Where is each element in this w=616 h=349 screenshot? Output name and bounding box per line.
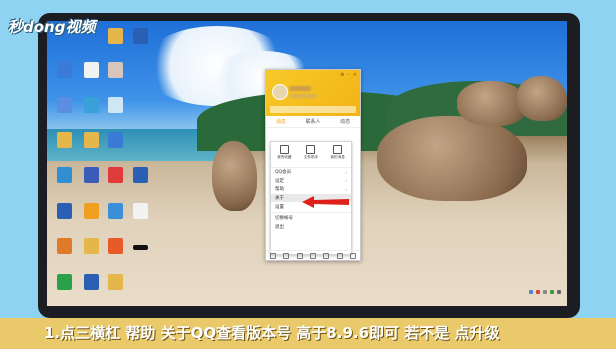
tray-icon[interactable]: [536, 290, 540, 294]
menu-divider: [271, 211, 351, 213]
desktop-cad-icon[interactable]: [84, 167, 99, 183]
menu-item-label: QQ会员: [275, 170, 292, 176]
desktop-folder-icon[interactable]: [84, 238, 99, 254]
avatar[interactable]: [272, 84, 288, 100]
tab-feeds[interactable]: 动态: [340, 118, 350, 125]
search-input[interactable]: [270, 106, 356, 113]
sea: [47, 129, 217, 161]
chevron-right-icon: ›: [345, 178, 347, 184]
qq-tabs: 消息 联系人 动态: [266, 116, 360, 128]
tray-icon[interactable]: [557, 290, 561, 294]
red-arrow-icon: [302, 196, 349, 208]
menu-icon[interactable]: [269, 252, 276, 259]
signature-blurred: [289, 94, 317, 98]
close-icon[interactable]: ×: [353, 72, 357, 78]
menu-item-label: 切换帐号: [275, 216, 293, 222]
desktop-doc-icon[interactable]: [108, 132, 123, 148]
tab-contacts[interactable]: 联系人: [305, 118, 320, 125]
menu-item-exit[interactable]: 退出: [271, 223, 351, 232]
tray-icon[interactable]: [550, 290, 554, 294]
menu-item-qq-vip[interactable]: QQ会员 ›: [271, 168, 351, 177]
desktop-app-icon[interactable]: [57, 238, 72, 254]
desktop-file-icon[interactable]: [84, 62, 99, 78]
menu-item-label: 退出: [275, 224, 284, 230]
tray-icon[interactable]: [529, 290, 533, 294]
caption-text: 1.点三横杠 帮助 关于QQ查看版本号 高于8.9.6即可 若不是 点升级: [44, 324, 500, 342]
folder-icon: [306, 145, 316, 154]
menu-icon-row: 我的收藏 文件助手 我的消息: [271, 142, 351, 168]
app-icon[interactable]: [283, 252, 290, 259]
desktop-app-icon[interactable]: [57, 97, 72, 113]
bookmark-icon: [279, 145, 289, 154]
desktop-app-icon[interactable]: [84, 203, 99, 219]
menu-item-help[interactable]: 帮助 ›: [271, 185, 351, 194]
qq-header: ⊕ – ×: [266, 70, 360, 116]
menu-my-messages-label: 我的消息: [330, 155, 345, 159]
menu-item-label: 设定: [275, 178, 284, 184]
nickname-blurred: [289, 86, 311, 91]
desktop-app-icon[interactable]: [108, 238, 123, 254]
desktop-word-icon[interactable]: [133, 167, 148, 183]
menu-item-label: 帮助: [275, 187, 284, 193]
rock: [377, 116, 527, 201]
watermark-logo: 秒dong视频: [8, 18, 96, 36]
app-icon[interactable]: [336, 252, 343, 259]
desktop-bar-icon[interactable]: [133, 245, 148, 250]
settings-icon[interactable]: ⊕: [340, 72, 344, 78]
app-icon[interactable]: [296, 252, 303, 259]
qq-bottom-toolbar: [266, 250, 360, 260]
rock: [212, 141, 257, 211]
menu-file-assistant[interactable]: 文件助手: [304, 145, 318, 167]
menu-item-label: 关于: [275, 196, 284, 202]
desktop-word-icon[interactable]: [57, 203, 72, 219]
system-tray[interactable]: [529, 287, 561, 297]
desktop-folder-icon[interactable]: [108, 28, 123, 44]
desktop-settings-icon[interactable]: [108, 97, 123, 113]
caption-bar: 1.点三横杠 帮助 关于QQ查看版本号 高于8.9.6即可 若不是 点升级: [0, 318, 616, 349]
desktop-folder-icon[interactable]: [57, 132, 72, 148]
qq-main-panel: ⊕ – × 消息 联系人 动态 我的收藏 文件助手 我的消息 QQ会员 › 设定…: [265, 69, 361, 261]
message-icon: [333, 145, 343, 154]
app-icon[interactable]: [350, 252, 357, 259]
app-icon[interactable]: [323, 252, 330, 259]
menu-item-label: 设置: [275, 204, 284, 210]
taskbar: [47, 287, 567, 297]
menu-favorites-label: 我的收藏: [277, 155, 292, 159]
app-icon[interactable]: [309, 252, 316, 259]
desktop-folder-icon[interactable]: [84, 132, 99, 148]
tab-messages[interactable]: 消息: [276, 118, 286, 125]
chevron-right-icon: ›: [345, 186, 347, 192]
desktop-photo-icon[interactable]: [108, 62, 123, 78]
desktop-file-icon[interactable]: [133, 203, 148, 219]
menu-favorites[interactable]: 我的收藏: [277, 145, 292, 167]
chevron-right-icon: ›: [345, 169, 347, 175]
tray-icon[interactable]: [543, 290, 547, 294]
desktop-computer-icon[interactable]: [57, 62, 72, 78]
desktop-app-icon[interactable]: [108, 203, 123, 219]
menu-item-switch-account[interactable]: 切换帐号: [271, 214, 351, 223]
menu-file-assistant-label: 文件助手: [303, 155, 319, 159]
rock: [517, 76, 567, 121]
menu-my-messages[interactable]: 我的消息: [330, 145, 345, 167]
desktop-word-icon[interactable]: [133, 28, 148, 44]
minimize-icon[interactable]: –: [347, 72, 350, 78]
desktop-network-icon[interactable]: [84, 97, 99, 113]
window-controls: ⊕ – ×: [340, 72, 357, 78]
desktop-network-icon[interactable]: [57, 167, 72, 183]
menu-item-settings-group[interactable]: 设定 ›: [271, 177, 351, 186]
desktop-xmind-icon[interactable]: [108, 167, 123, 183]
